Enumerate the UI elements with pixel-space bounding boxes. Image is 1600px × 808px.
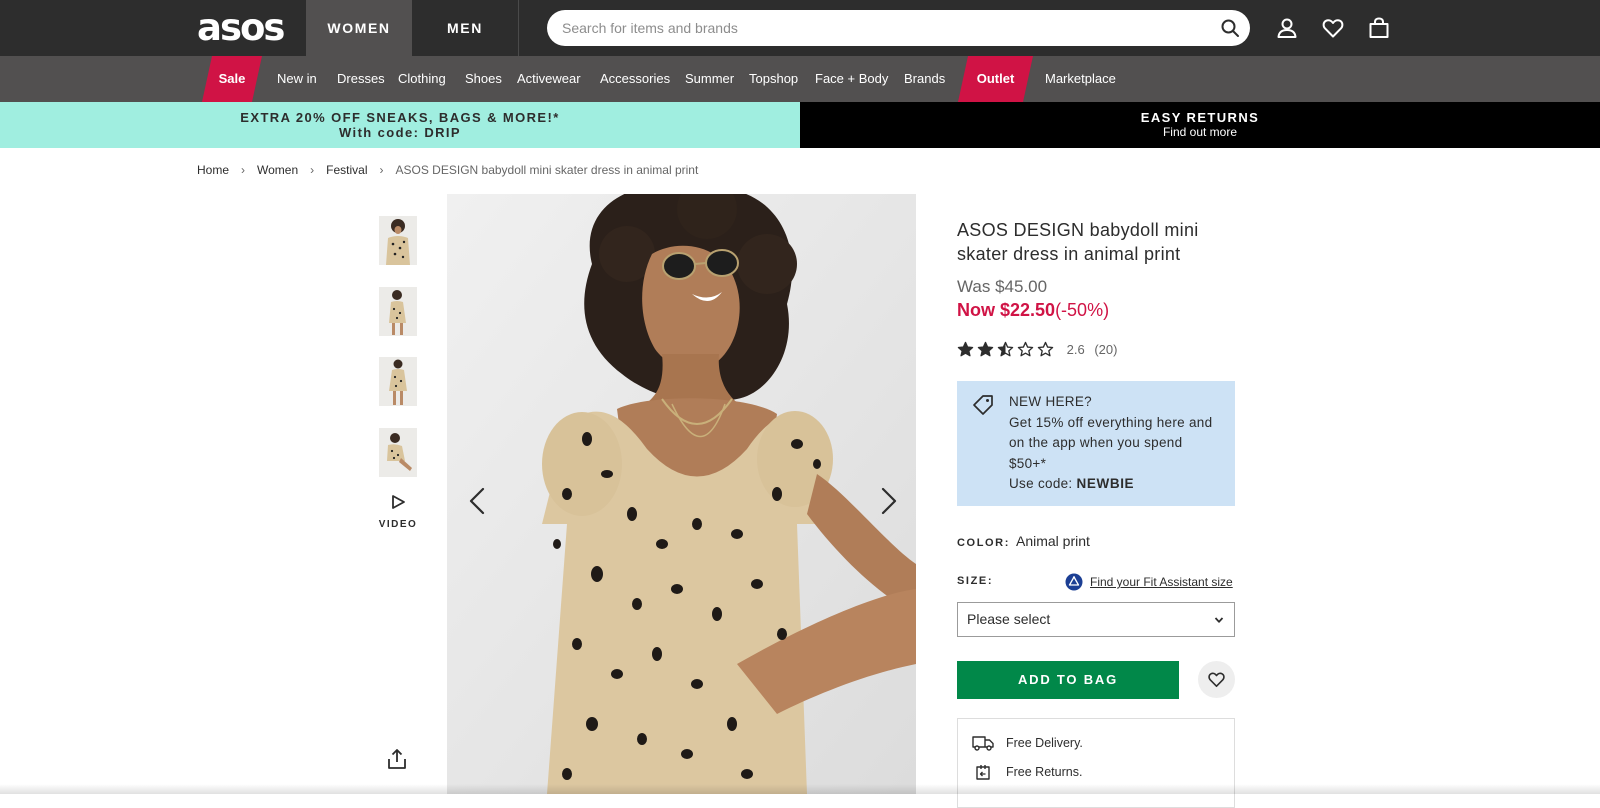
offer-code: NEWBIE <box>1076 476 1135 491</box>
nav-item-accessories[interactable]: Accessories <box>600 56 670 102</box>
breadcrumb-home[interactable]: Home <box>197 163 229 177</box>
rating-stars <box>957 341 1057 358</box>
bag-icon[interactable] <box>1367 16 1391 40</box>
product-rating[interactable]: 2.6 (20) <box>957 341 1117 361</box>
star-icon <box>977 341 994 357</box>
star-icon <box>1037 341 1054 357</box>
fit-assistant-link[interactable]: Find your Fit Assistant size <box>1065 573 1233 591</box>
account-icon[interactable] <box>1275 16 1299 40</box>
asos-logo[interactable]: asos <box>197 9 285 47</box>
play-icon <box>392 495 405 509</box>
offer-code-line: Use code: NEWBIE <box>1009 474 1223 495</box>
nav-item-sale[interactable]: Sale <box>202 56 262 102</box>
size-select-value: Please select <box>967 611 1051 627</box>
top-header: asos WOMEN MEN <box>0 0 1600 56</box>
product-main-image[interactable] <box>447 194 916 794</box>
promo-discount-code: With code: DRIP <box>339 125 461 140</box>
breadcrumb: Home › Women › Festival › ASOS DESIGN babydoll… <box>197 163 698 181</box>
offer-code-prefix: Use code: <box>1009 476 1077 491</box>
category-nav: Sale New in Dresses Clothing Shoes Activ… <box>0 56 1600 102</box>
breadcrumb-separator: › <box>241 163 246 177</box>
search-bar <box>547 10 1250 46</box>
nav-item-summer[interactable]: Summer <box>685 56 734 102</box>
gallery-thumbnail-1[interactable] <box>379 216 417 265</box>
was-price: Was $45.00 <box>957 277 1048 296</box>
heart-icon <box>1208 672 1225 688</box>
nav-item-activewear[interactable]: Activewear <box>517 56 581 102</box>
breadcrumb-separator: › <box>379 163 384 177</box>
nav-item-brands[interactable]: Brands <box>904 56 945 102</box>
arrow-right-icon[interactable] <box>875 486 901 516</box>
promo-returns-title: EASY RETURNS <box>1140 110 1260 125</box>
new-customer-offer: NEW HERE? Get 15% off everything here an… <box>957 381 1235 506</box>
free-delivery-text: Free Delivery. <box>1006 736 1083 750</box>
star-icon <box>957 341 974 357</box>
breadcrumb-current: ASOS DESIGN babydoll mini skater dress i… <box>395 163 699 177</box>
free-delivery-row: Free Delivery. <box>972 735 1083 751</box>
nav-item-face-body[interactable]: Face + Body <box>815 56 888 102</box>
nav-item-topshop[interactable]: Topshop <box>749 56 798 102</box>
nav-item-dresses[interactable]: Dresses <box>337 56 385 102</box>
tag-icon <box>973 395 993 415</box>
nav-item-new-in[interactable]: New in <box>277 56 317 102</box>
current-price: Now $22.50 <box>957 300 1056 320</box>
video-label: VIDEO <box>378 519 418 530</box>
nav-item-clothing[interactable]: Clothing <box>398 56 446 102</box>
promo-banner-returns[interactable]: EASY RETURNS Find out more <box>800 102 1600 148</box>
video-button[interactable]: VIDEO <box>375 494 421 534</box>
promo-returns-link[interactable]: Find out more <box>800 125 1600 140</box>
color-label: COLOR: <box>957 537 1010 549</box>
chevron-down-icon <box>1214 617 1224 623</box>
discount-percent: (-50%) <box>1055 300 1110 320</box>
returns-icon <box>976 765 990 780</box>
free-returns-row: Free Returns. <box>972 764 1082 780</box>
rating-value: 2.6 <box>1066 342 1085 358</box>
arrow-left-icon[interactable] <box>465 486 491 516</box>
heart-icon[interactable] <box>1321 16 1345 40</box>
size-select[interactable]: Please select <box>957 602 1235 637</box>
breadcrumb-women[interactable]: Women <box>257 163 298 177</box>
header-divider <box>518 0 519 56</box>
search-input[interactable] <box>562 10 1202 46</box>
breadcrumb-separator: › <box>310 163 315 177</box>
truck-icon <box>972 736 994 751</box>
star-icon <box>1017 341 1034 357</box>
gallery-thumbnail-3[interactable] <box>379 357 417 406</box>
size-label: SIZE: <box>957 575 994 587</box>
free-returns-text: Free Returns. <box>1006 765 1083 779</box>
color-value: Animal print <box>1015 533 1090 549</box>
tab-men[interactable]: MEN <box>412 0 518 56</box>
nav-item-outlet[interactable]: Outlet <box>958 56 1033 102</box>
fit-assistant-icon <box>1065 573 1083 591</box>
color-row: COLOR: Animal print <box>957 533 1090 549</box>
review-count: (20) <box>1094 342 1118 358</box>
now-price: Now $22.50(-50%) <box>957 300 1109 321</box>
nav-item-marketplace[interactable]: Marketplace <box>1045 56 1116 102</box>
offer-body: Get 15% off everything here and on the a… <box>1009 414 1213 471</box>
fit-assistant-text: Find your Fit Assistant size <box>1090 575 1233 589</box>
save-for-later-button[interactable] <box>1198 661 1235 698</box>
star-icon <box>997 341 1014 357</box>
product-title: ASOS DESIGN babydoll mini skater dress i… <box>957 220 1199 264</box>
promo-banner-discount[interactable]: EXTRA 20% OFF SNEAKS, BAGS & MORE!* With… <box>0 102 800 148</box>
gallery-thumbnail-4[interactable] <box>379 428 417 477</box>
search-icon[interactable] <box>1220 18 1240 38</box>
share-icon[interactable] <box>386 748 408 770</box>
nav-item-shoes[interactable]: Shoes <box>465 56 502 102</box>
promo-discount-title: EXTRA 20% OFF SNEAKS, BAGS & MORE!* <box>240 110 560 125</box>
tab-women[interactable]: WOMEN <box>306 0 412 56</box>
breadcrumb-festival[interactable]: Festival <box>326 163 367 177</box>
add-to-bag-button[interactable]: ADD TO BAG <box>957 661 1179 699</box>
offer-heading: NEW HERE? <box>1009 394 1092 409</box>
delivery-info-box: Free Delivery. Free Returns. <box>957 718 1235 808</box>
gallery-thumbnail-2[interactable] <box>379 287 417 336</box>
